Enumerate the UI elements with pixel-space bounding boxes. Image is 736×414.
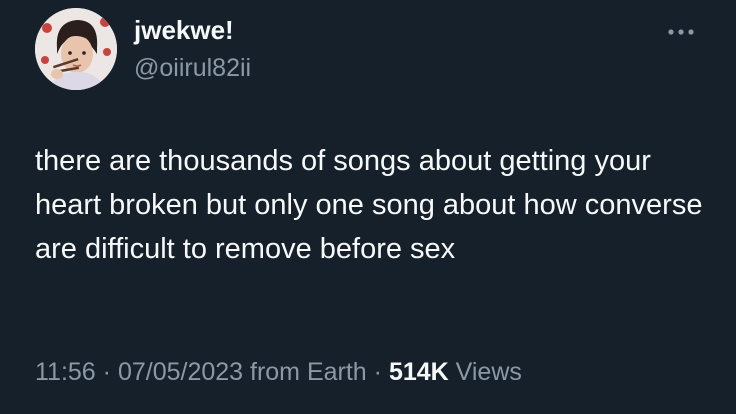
tweet-text: there are thousands of songs about getti… bbox=[35, 145, 711, 265]
meta-separator: · bbox=[95, 358, 118, 386]
user-handle[interactable]: @oiirul82ii bbox=[134, 52, 251, 84]
more-horizontal-icon bbox=[668, 29, 694, 35]
views-count[interactable]: 514K bbox=[389, 358, 449, 386]
meta-separator: · bbox=[366, 358, 389, 386]
tweet-card: jwekwe! @oiirul82ii there are thousands … bbox=[0, 0, 736, 414]
more-options-button[interactable] bbox=[664, 22, 698, 42]
tweet-source: from Earth bbox=[243, 358, 367, 386]
tweet-time[interactable]: 11:56 bbox=[35, 358, 96, 386]
tweet-metadata: 11:56 · 07/05/2023 from Earth · 514K Vie… bbox=[35, 356, 522, 388]
profile-photo-icon bbox=[35, 8, 117, 90]
tweet-date[interactable]: 07/05/2023 bbox=[118, 358, 243, 386]
views-label: Views bbox=[448, 358, 522, 386]
display-name[interactable]: jwekwe! bbox=[134, 14, 234, 46]
avatar[interactable] bbox=[35, 8, 117, 90]
